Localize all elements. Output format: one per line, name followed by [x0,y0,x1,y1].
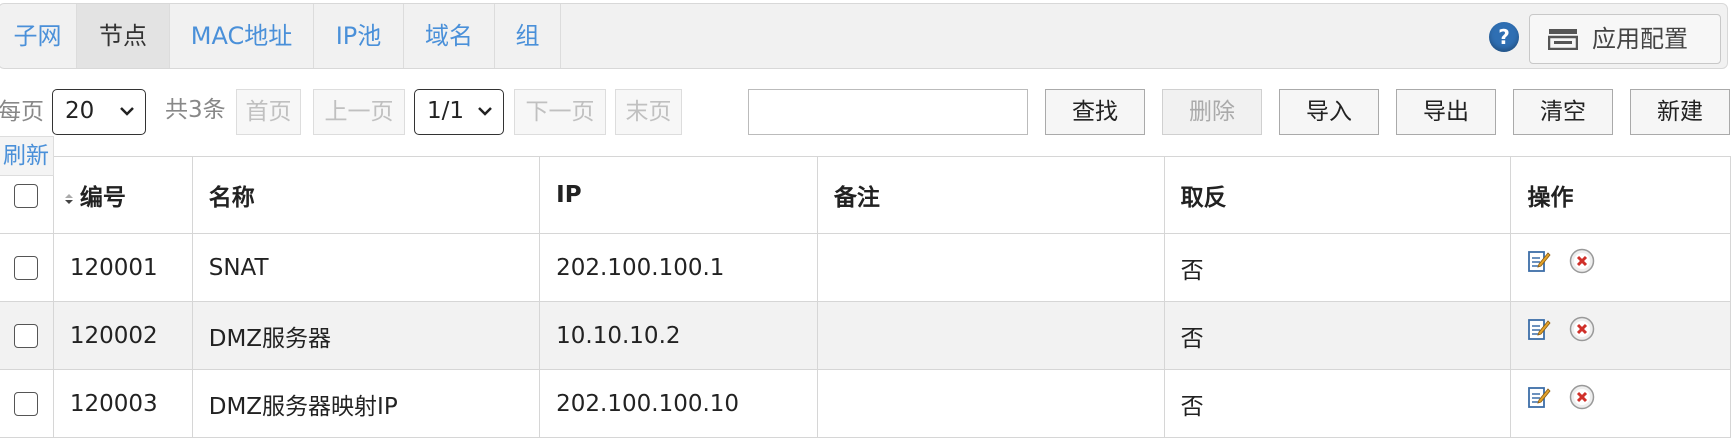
new-button[interactable]: 新建 [1630,89,1730,135]
tab-bar: 子网 节点 MAC地址 IP池 域名 组 ? 应用配置 [0,3,1728,69]
cell-note [816,233,1165,302]
cell-ip: 10.10.10.2 [539,301,818,370]
find-button[interactable]: 查找 [1045,89,1145,135]
column-header-name: 名称 [191,156,541,234]
column-header-id[interactable]: 编号 [52,156,193,234]
sort-icon [64,193,73,204]
per-page-select[interactable]: 20 [52,89,146,135]
column-header-ip: IP [539,156,818,234]
edit-icon[interactable] [1527,317,1552,341]
row-checkbox[interactable] [14,256,39,280]
cell-invert: 否 [1163,369,1512,438]
select-all-checkbox[interactable] [14,183,39,208]
last-page-button[interactable]: 末页 [615,89,682,135]
clear-button[interactable]: 清空 [1513,89,1613,135]
cell-name: DMZ服务器 [191,301,541,370]
edit-icon[interactable] [1527,385,1552,409]
cell-invert: 否 [1163,233,1512,302]
cell-ip: 202.100.100.1 [539,233,818,302]
config-icon [1548,29,1578,50]
page-value: 1/1 [427,98,465,124]
help-icon[interactable]: ? [1489,22,1519,52]
tab-domain[interactable]: 域名 [404,4,495,68]
row-select-cell [0,369,54,438]
per-page-label: 每页 [0,99,44,125]
chevron-down-icon [478,107,492,116]
tab-ip-pool[interactable]: IP池 [314,4,404,68]
row-select-cell [0,301,54,370]
cell-actions [1510,369,1731,438]
delete-icon[interactable] [1569,316,1595,342]
table-row: 120001 SNAT 202.100.100.1 否 [0,233,1731,302]
delete-icon[interactable] [1569,248,1595,274]
delete-icon[interactable] [1569,384,1595,410]
chevron-down-icon [120,107,134,116]
table-row: 120003 DMZ服务器映射IP 202.100.100.10 否 [0,369,1731,438]
import-button[interactable]: 导入 [1279,89,1379,135]
cell-actions [1510,233,1731,302]
column-header-invert: 取反 [1163,156,1512,234]
cell-ip: 202.100.100.10 [539,369,818,438]
export-button[interactable]: 导出 [1396,89,1496,135]
row-checkbox[interactable] [14,392,39,416]
cell-invert: 否 [1163,301,1512,370]
next-page-button[interactable]: 下一页 [514,89,606,135]
delete-button[interactable]: 删除 [1162,89,1262,135]
cell-id: 120003 [52,369,193,438]
tab-group[interactable]: 组 [495,4,561,68]
edit-icon[interactable] [1527,249,1552,273]
row-checkbox[interactable] [14,324,39,348]
search-input[interactable] [748,89,1028,135]
cell-name: DMZ服务器映射IP [191,369,541,438]
refresh-button[interactable]: 刷新 [0,136,54,176]
prev-page-button[interactable]: 上一页 [313,89,405,135]
row-select-cell [0,233,54,302]
cell-note [816,369,1165,438]
cell-name: SNAT [191,233,541,302]
column-header-id-label: 编号 [79,185,126,211]
per-page-value: 20 [65,98,95,124]
cell-actions [1510,301,1731,370]
tab-subnet[interactable]: 子网 [0,4,77,68]
apply-config-button[interactable]: 应用配置 [1529,14,1721,64]
cell-note [816,301,1165,370]
column-header-actions: 操作 [1510,156,1731,234]
total-count: 共3条 [165,97,226,123]
tab-node[interactable]: 节点 [77,4,170,68]
page-select[interactable]: 1/1 [414,89,504,135]
first-page-button[interactable]: 首页 [236,89,301,135]
node-table: 编号 名称 IP 备注 取反 操作 120001 SNAT 202.100.10… [0,156,1731,438]
tab-mac-address[interactable]: MAC地址 [170,4,314,68]
cell-id: 120001 [52,233,193,302]
table-row: 120002 DMZ服务器 10.10.10.2 否 [0,301,1731,370]
apply-config-label: 应用配置 [1592,25,1688,53]
column-header-note: 备注 [816,156,1165,234]
table-header-row: 编号 名称 IP 备注 取反 操作 [0,156,1731,234]
cell-id: 120002 [52,301,193,370]
